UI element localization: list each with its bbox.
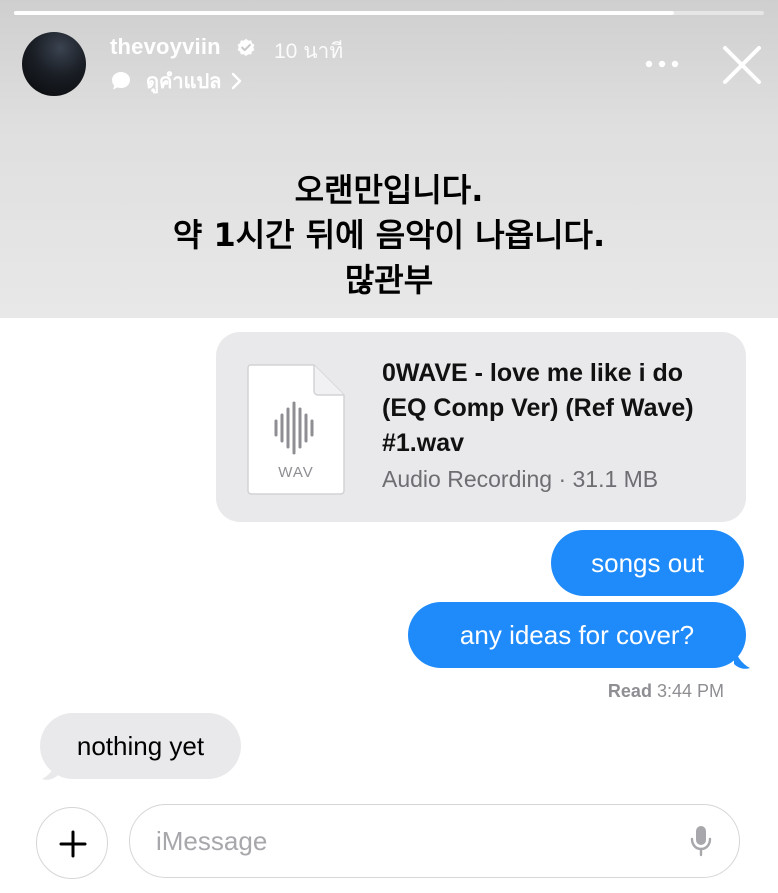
speech-bubble-icon	[112, 72, 130, 90]
add-attachment-button[interactable]	[36, 807, 108, 879]
see-translation-label: ดูคำแปล	[146, 71, 222, 93]
file-type-label: WAV	[278, 464, 314, 481]
story-headline: 오랜만입니다. 약 1시간 뒤에 음악이 나옵니다. 많관부	[0, 168, 778, 303]
headline-line: 약 1시간 뒤에 음악이 나옵니다.	[172, 216, 606, 254]
more-horizontal-icon[interactable]	[644, 58, 680, 70]
attachment-meta: Audio Recording · 31.1 MB	[382, 466, 659, 492]
chevron-right-icon	[232, 72, 242, 90]
read-time: 3:44 PM	[656, 681, 724, 701]
headline-line: 많관부	[344, 261, 434, 299]
avatar[interactable]	[22, 32, 86, 96]
message-bubble-received[interactable]: nothing yet	[40, 713, 241, 779]
message-bubble-sent[interactable]: any ideas for cover?	[408, 602, 746, 668]
close-icon[interactable]	[722, 45, 762, 85]
bubble-tail	[42, 757, 58, 780]
plus-icon	[59, 830, 87, 858]
verified-badge-icon	[237, 38, 255, 56]
story-progress-fill	[14, 11, 674, 15]
message-bubble-sent[interactable]: songs out	[551, 530, 744, 596]
microphone-icon[interactable]	[690, 825, 712, 857]
story-progress-bar	[14, 11, 764, 15]
attachment-file-name: 0WAVE - love me like i do (EQ Comp Ver) …	[382, 359, 694, 457]
read-label: Read	[607, 681, 652, 701]
read-receipt: Read 3:44 PM	[608, 681, 724, 702]
username[interactable]: thevoyviin	[110, 34, 221, 60]
post-time: 10 นาที	[274, 40, 344, 63]
message-input[interactable]	[129, 804, 740, 878]
see-translation-link[interactable]: ดูคำแปล	[110, 67, 243, 95]
headline-line: 오랜만입니다.	[294, 171, 484, 209]
bubble-tail	[734, 646, 750, 669]
